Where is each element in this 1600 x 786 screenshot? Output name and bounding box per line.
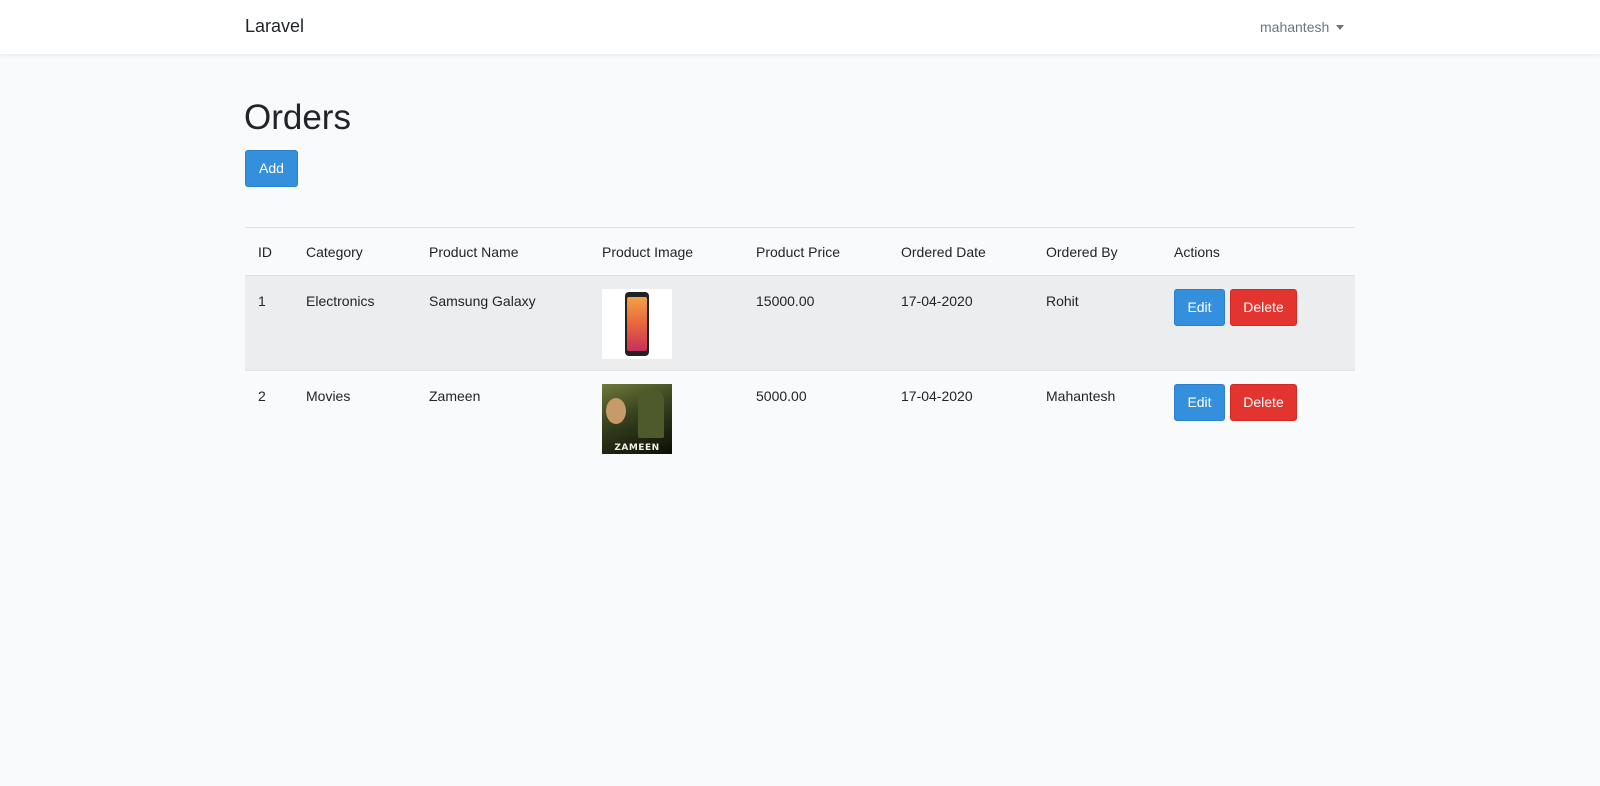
movie-poster-image: ZAMEEN — [602, 384, 672, 454]
header-id: ID — [245, 227, 293, 276]
delete-button[interactable]: Delete — [1230, 289, 1297, 326]
cell-ordered-by: Mahantesh — [1046, 388, 1116, 404]
cell-product-name: Samsung Galaxy — [416, 275, 589, 371]
orders-table: ID Category Product Name Product Image P… — [245, 227, 1355, 466]
header-product-name: Product Name — [416, 227, 589, 276]
brand-link[interactable]: Laravel — [245, 16, 304, 37]
cell-ordered-date: 17-04-2020 — [888, 275, 1033, 371]
cell-product-image: ZAMEEN — [589, 371, 743, 466]
header-ordered-date: Ordered Date — [888, 227, 1033, 276]
cell-id: 1 — [245, 275, 293, 371]
header-product-price: Product Price — [743, 227, 888, 276]
page-title: Orders — [244, 98, 351, 137]
user-name: mahantesh — [1260, 19, 1330, 35]
cell-product-price: 5000.00 — [756, 388, 807, 404]
table-header-row: ID Category Product Name Product Image P… — [245, 227, 1355, 276]
edit-button[interactable]: Edit — [1174, 289, 1225, 326]
delete-button[interactable]: Delete — [1230, 384, 1297, 421]
cell-ordered-date: 17-04-2020 — [901, 388, 973, 404]
user-dropdown[interactable]: mahantesh — [1260, 19, 1345, 35]
poster-caption: ZAMEEN — [614, 443, 660, 453]
cell-product-image — [589, 275, 743, 371]
edit-button[interactable]: Edit — [1174, 384, 1225, 421]
cell-id: 2 — [258, 388, 266, 404]
add-button[interactable]: Add — [245, 150, 298, 187]
table-row: 2 Movies Zameen ZAMEEN 5000.00 17-04-202… — [245, 371, 1355, 466]
header-actions: Actions — [1161, 227, 1355, 276]
header-category: Category — [293, 227, 416, 276]
header-ordered-by: Ordered By — [1033, 227, 1161, 276]
header-product-image: Product Image — [589, 227, 743, 276]
cell-category: Electronics — [293, 275, 416, 371]
caret-down-icon — [1336, 24, 1345, 30]
cell-product-name: Zameen — [429, 388, 481, 404]
top-navbar: Laravel mahantesh — [0, 0, 1600, 54]
cell-ordered-by: Rohit — [1033, 275, 1161, 371]
cell-actions: Edit Delete — [1161, 275, 1355, 371]
table-row: 1 Electronics Samsung Galaxy 15000.00 17… — [245, 275, 1355, 371]
cell-product-price: 15000.00 — [743, 275, 888, 371]
cell-actions: Edit Delete — [1161, 371, 1355, 466]
cell-category: Movies — [306, 388, 351, 404]
smartphone-image — [602, 289, 672, 359]
